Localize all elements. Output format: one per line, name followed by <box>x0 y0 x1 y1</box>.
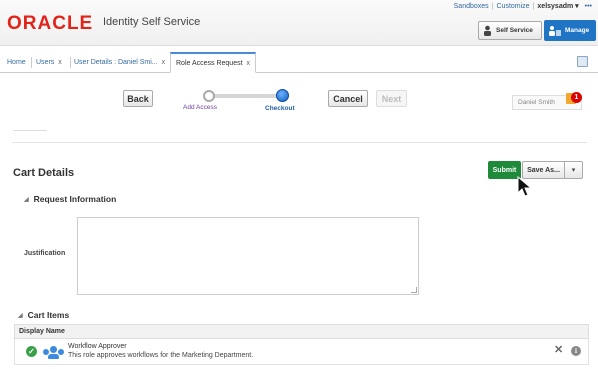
tab-role-access-request[interactable]: Role Access Request x <box>170 52 257 73</box>
table-row[interactable]: ✓ Workflow Approver This role approves w… <box>14 339 589 365</box>
remove-icon[interactable]: ✕ <box>554 343 563 356</box>
cart-details-title: Cart Details <box>13 167 75 179</box>
mouse-cursor-icon <box>517 176 533 197</box>
train-label-add-access[interactable]: Add Access <box>183 104 217 111</box>
tab-label: Role Access Request <box>176 59 243 67</box>
beneficiary-name: Daniel Smith <box>518 99 555 106</box>
cart-items-header[interactable]: ◢ Cart Items <box>18 310 69 320</box>
tab-label: Home <box>7 59 26 66</box>
role-description: This role approves workflows for the Mar… <box>68 352 254 359</box>
beneficiary-count-badge[interactable]: 1 <box>571 92 582 103</box>
tab-home[interactable]: Home <box>7 52 26 73</box>
tab-users[interactable]: Users x <box>36 52 62 73</box>
justification-textarea[interactable] <box>77 217 419 295</box>
resize-grip-icon[interactable] <box>411 287 417 293</box>
save-as-dropdown[interactable]: ▾ <box>564 161 583 179</box>
collapse-triangle-icon: ◢ <box>24 196 29 203</box>
collapse-triangle-icon: ◢ <box>18 312 23 319</box>
section-title: Request Information <box>33 194 117 204</box>
tab-list-icon[interactable] <box>577 56 588 67</box>
train-stop-checkout <box>276 89 289 102</box>
close-icon[interactable]: x <box>162 59 166 66</box>
oracle-logo: ORACLE <box>7 13 94 34</box>
app-title: Identity Self Service <box>103 16 201 28</box>
train-line <box>209 94 282 98</box>
request-information-header[interactable]: ◢ Request Information <box>24 194 116 204</box>
sandboxes-link[interactable]: Sandboxes <box>454 3 489 10</box>
tab-divider <box>31 57 32 68</box>
role-name: Workflow Approver <box>68 343 127 350</box>
column-header-display-name[interactable]: Display Name <box>19 328 65 335</box>
divider <box>12 142 587 143</box>
tab-bar: Home Users x User Details : Daniel Smi...… <box>0 52 598 73</box>
next-button: Next <box>376 90 407 107</box>
train-label-checkout: Checkout <box>265 105 295 112</box>
person-icon <box>484 25 491 36</box>
tab-label: Users <box>36 59 55 66</box>
info-icon[interactable]: i <box>571 346 581 356</box>
table-header: Display Name <box>14 324 589 339</box>
section-title: Cart Items <box>27 310 70 320</box>
justification-label: Justification <box>24 250 66 257</box>
tab-label: User Details : Daniel Smi... <box>74 59 158 66</box>
more-icon[interactable]: ••• <box>585 3 592 10</box>
train-stop-add-access[interactable] <box>203 90 215 102</box>
cancel-button[interactable]: Cancel <box>328 90 368 107</box>
divider <box>13 130 47 131</box>
manage-icon <box>549 25 561 36</box>
self-service-label: Self Service <box>496 27 533 34</box>
chevron-down-icon: ▾ <box>571 167 576 174</box>
app-header: ORACLE Identity Self Service Sandboxes | C… <box>0 0 598 46</box>
manage-label: Manage <box>565 27 590 34</box>
user-menu[interactable]: xelsysadm ▾ <box>537 3 578 10</box>
check-icon: ✓ <box>26 346 37 357</box>
top-links: Sandboxes | Customize | xelsysadm ▾ ••• <box>453 3 592 10</box>
customize-link[interactable]: Customize <box>497 3 530 10</box>
close-icon[interactable]: x <box>247 60 251 67</box>
role-icon <box>43 345 64 359</box>
close-icon[interactable]: x <box>58 59 62 66</box>
tab-user-details[interactable]: User Details : Daniel Smi... x <box>74 52 165 73</box>
back-button[interactable]: Back <box>123 90 153 107</box>
manage-button[interactable]: Manage <box>544 20 596 41</box>
tab-divider <box>70 57 71 68</box>
chevron-down-icon: ▾ <box>575 3 579 10</box>
self-service-button[interactable]: Self Service <box>478 21 542 40</box>
